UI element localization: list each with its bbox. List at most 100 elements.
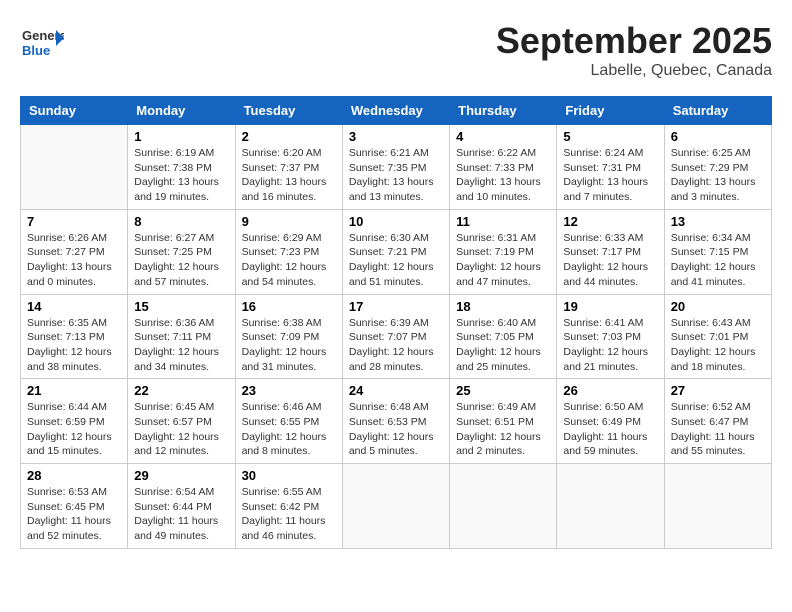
day-info-28: Sunrise: 6:53 AM Sunset: 6:45 PM Dayligh…	[27, 485, 121, 544]
cell-1-5: 12 Sunrise: 6:33 AM Sunset: 7:17 PM Dayli…	[557, 209, 664, 294]
cell-3-4: 25 Sunrise: 6:49 AM Sunset: 6:51 PM Dayli…	[450, 379, 557, 464]
day-info-22: Sunrise: 6:45 AM Sunset: 6:57 PM Dayligh…	[134, 400, 228, 459]
day-info-4: Sunrise: 6:22 AM Sunset: 7:33 PM Dayligh…	[456, 146, 550, 205]
cell-2-0: 14 Sunrise: 6:35 AM Sunset: 7:13 PM Dayli…	[21, 294, 128, 379]
day-info-23: Sunrise: 6:46 AM Sunset: 6:55 PM Dayligh…	[242, 400, 336, 459]
cell-1-3: 10 Sunrise: 6:30 AM Sunset: 7:21 PM Dayli…	[342, 209, 449, 294]
day-info-2: Sunrise: 6:20 AM Sunset: 7:37 PM Dayligh…	[242, 146, 336, 205]
day-info-30: Sunrise: 6:55 AM Sunset: 6:42 PM Dayligh…	[242, 485, 336, 544]
day-num-12: 12	[563, 214, 657, 229]
day-num-11: 11	[456, 214, 550, 229]
cell-2-5: 19 Sunrise: 6:41 AM Sunset: 7:03 PM Dayli…	[557, 294, 664, 379]
cell-1-2: 9 Sunrise: 6:29 AM Sunset: 7:23 PM Daylig…	[235, 209, 342, 294]
day-info-9: Sunrise: 6:29 AM Sunset: 7:23 PM Dayligh…	[242, 231, 336, 290]
cell-3-6: 27 Sunrise: 6:52 AM Sunset: 6:47 PM Dayli…	[664, 379, 771, 464]
day-info-7: Sunrise: 6:26 AM Sunset: 7:27 PM Dayligh…	[27, 231, 121, 290]
day-num-5: 5	[563, 129, 657, 144]
day-num-18: 18	[456, 299, 550, 314]
location: Labelle, Quebec, Canada	[496, 62, 772, 80]
week-row-3: 21 Sunrise: 6:44 AM Sunset: 6:59 PM Dayli…	[21, 379, 772, 464]
cell-4-2: 30Sunrise: 6:55 AM Sunset: 6:42 PM Dayli…	[235, 464, 342, 549]
day-info-15: Sunrise: 6:36 AM Sunset: 7:11 PM Dayligh…	[134, 316, 228, 375]
cell-4-6	[664, 464, 771, 549]
cell-2-6: 20Sunrise: 6:43 AM Sunset: 7:01 PM Dayli…	[664, 294, 771, 379]
week-row-1: 7Sunrise: 6:26 AM Sunset: 7:27 PM Daylig…	[21, 209, 772, 294]
day-info-24: Sunrise: 6:48 AM Sunset: 6:53 PM Dayligh…	[349, 400, 443, 459]
month-title: September 2025	[496, 20, 772, 62]
day-info-1: Sunrise: 6:19 AM Sunset: 7:38 PM Dayligh…	[134, 146, 228, 205]
day-num-14: 14	[27, 299, 121, 314]
day-info-3: Sunrise: 6:21 AM Sunset: 7:35 PM Dayligh…	[349, 146, 443, 205]
weekday-header-row: Sunday Monday Tuesday Wednesday Thursday…	[21, 97, 772, 125]
header-tuesday: Tuesday	[235, 97, 342, 125]
calendar-table: Sunday Monday Tuesday Wednesday Thursday…	[20, 96, 772, 549]
header-monday: Monday	[128, 97, 235, 125]
day-info-12: Sunrise: 6:33 AM Sunset: 7:17 PM Dayligh…	[563, 231, 657, 290]
day-num-19: 19	[563, 299, 657, 314]
day-num-3: 3	[349, 129, 443, 144]
day-num-1: 1	[134, 129, 228, 144]
week-row-2: 14 Sunrise: 6:35 AM Sunset: 7:13 PM Dayli…	[21, 294, 772, 379]
day-num-9: 9	[242, 214, 336, 229]
day-num-27: 27	[671, 383, 765, 398]
page-header: General Blue September 2025 Labelle, Que…	[20, 20, 772, 80]
day-num-24: 24	[349, 383, 443, 398]
cell-2-2: 16 Sunrise: 6:38 AM Sunset: 7:09 PM Dayli…	[235, 294, 342, 379]
cell-2-1: 15 Sunrise: 6:36 AM Sunset: 7:11 PM Dayli…	[128, 294, 235, 379]
day-num-21: 21	[27, 383, 121, 398]
cell-0-1: 1 Sunrise: 6:19 AM Sunset: 7:38 PM Daylig…	[128, 125, 235, 210]
day-num-20: 20	[671, 299, 765, 314]
cell-4-3	[342, 464, 449, 549]
cell-3-0: 21 Sunrise: 6:44 AM Sunset: 6:59 PM Dayli…	[21, 379, 128, 464]
day-info-25: Sunrise: 6:49 AM Sunset: 6:51 PM Dayligh…	[456, 400, 550, 459]
header-friday: Friday	[557, 97, 664, 125]
day-num-4: 4	[456, 129, 550, 144]
logo: General Blue	[20, 20, 68, 64]
day-info-29: Sunrise: 6:54 AM Sunset: 6:44 PM Dayligh…	[134, 485, 228, 544]
day-info-19: Sunrise: 6:41 AM Sunset: 7:03 PM Dayligh…	[563, 316, 657, 375]
day-num-28: 28	[27, 468, 121, 483]
day-num-16: 16	[242, 299, 336, 314]
day-info-14: Sunrise: 6:35 AM Sunset: 7:13 PM Dayligh…	[27, 316, 121, 375]
cell-1-4: 11 Sunrise: 6:31 AM Sunset: 7:19 PM Dayli…	[450, 209, 557, 294]
day-num-26: 26	[563, 383, 657, 398]
day-num-10: 10	[349, 214, 443, 229]
day-num-23: 23	[242, 383, 336, 398]
day-num-25: 25	[456, 383, 550, 398]
day-info-26: Sunrise: 6:50 AM Sunset: 6:49 PM Dayligh…	[563, 400, 657, 459]
day-info-16: Sunrise: 6:38 AM Sunset: 7:09 PM Dayligh…	[242, 316, 336, 375]
cell-2-3: 17 Sunrise: 6:39 AM Sunset: 7:07 PM Dayli…	[342, 294, 449, 379]
svg-text:Blue: Blue	[22, 43, 50, 58]
cell-3-3: 24 Sunrise: 6:48 AM Sunset: 6:53 PM Dayli…	[342, 379, 449, 464]
header-thursday: Thursday	[450, 97, 557, 125]
day-info-10: Sunrise: 6:30 AM Sunset: 7:21 PM Dayligh…	[349, 231, 443, 290]
header-saturday: Saturday	[664, 97, 771, 125]
day-info-17: Sunrise: 6:39 AM Sunset: 7:07 PM Dayligh…	[349, 316, 443, 375]
cell-4-1: 29 Sunrise: 6:54 AM Sunset: 6:44 PM Dayli…	[128, 464, 235, 549]
day-num-13: 13	[671, 214, 765, 229]
cell-1-0: 7Sunrise: 6:26 AM Sunset: 7:27 PM Daylig…	[21, 209, 128, 294]
cell-4-5	[557, 464, 664, 549]
day-info-21: Sunrise: 6:44 AM Sunset: 6:59 PM Dayligh…	[27, 400, 121, 459]
cell-3-5: 26 Sunrise: 6:50 AM Sunset: 6:49 PM Dayli…	[557, 379, 664, 464]
day-info-18: Sunrise: 6:40 AM Sunset: 7:05 PM Dayligh…	[456, 316, 550, 375]
cell-0-0	[21, 125, 128, 210]
day-info-5: Sunrise: 6:24 AM Sunset: 7:31 PM Dayligh…	[563, 146, 657, 205]
day-num-22: 22	[134, 383, 228, 398]
header-sunday: Sunday	[21, 97, 128, 125]
cell-0-4: 4 Sunrise: 6:22 AM Sunset: 7:33 PM Daylig…	[450, 125, 557, 210]
cell-0-6: 6Sunrise: 6:25 AM Sunset: 7:29 PM Daylig…	[664, 125, 771, 210]
day-num-29: 29	[134, 468, 228, 483]
day-info-13: Sunrise: 6:34 AM Sunset: 7:15 PM Dayligh…	[671, 231, 765, 290]
day-info-6: Sunrise: 6:25 AM Sunset: 7:29 PM Dayligh…	[671, 146, 765, 205]
day-info-11: Sunrise: 6:31 AM Sunset: 7:19 PM Dayligh…	[456, 231, 550, 290]
day-num-17: 17	[349, 299, 443, 314]
day-num-15: 15	[134, 299, 228, 314]
day-info-27: Sunrise: 6:52 AM Sunset: 6:47 PM Dayligh…	[671, 400, 765, 459]
day-num-8: 8	[134, 214, 228, 229]
day-info-8: Sunrise: 6:27 AM Sunset: 7:25 PM Dayligh…	[134, 231, 228, 290]
cell-0-2: 2Sunrise: 6:20 AM Sunset: 7:37 PM Daylig…	[235, 125, 342, 210]
cell-4-4	[450, 464, 557, 549]
week-row-0: 1 Sunrise: 6:19 AM Sunset: 7:38 PM Daylig…	[21, 125, 772, 210]
title-block: September 2025 Labelle, Quebec, Canada	[496, 20, 772, 80]
